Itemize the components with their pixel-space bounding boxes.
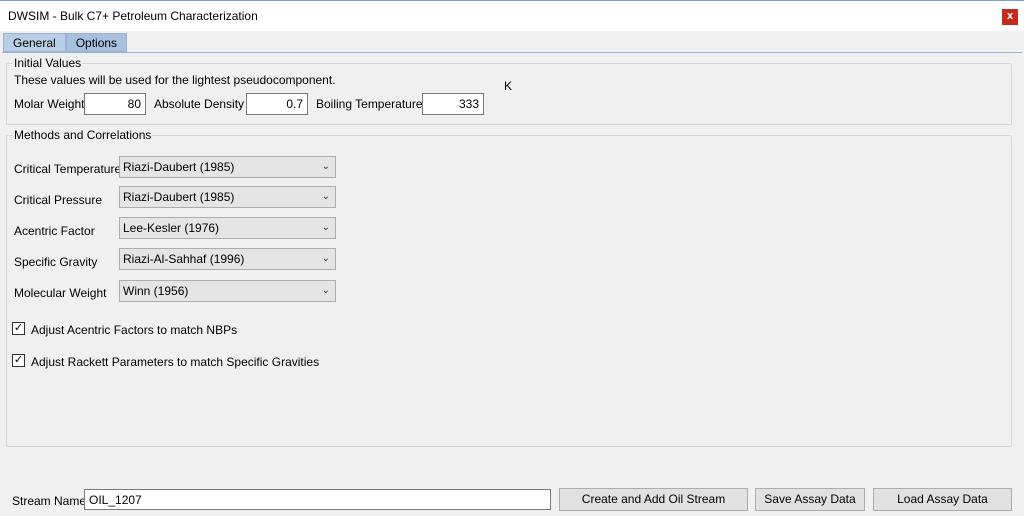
critical-pressure-label: Critical Pressure — [14, 193, 103, 207]
molar-weight-input[interactable] — [84, 93, 146, 115]
critical-temperature-label: Critical Temperature — [14, 162, 122, 176]
load-assay-button[interactable]: Load Assay Data — [873, 488, 1012, 511]
title-bar: DWSIM - Bulk C7+ Petroleum Characterizat… — [0, 0, 1024, 31]
create-oil-stream-button[interactable]: Create and Add Oil Stream — [559, 488, 748, 511]
acentric-factor-value: Lee-Kesler (1976) — [123, 221, 220, 235]
adjust-rackett-checkbox[interactable]: ✓ — [12, 354, 25, 367]
chevron-down-icon: ⌄ — [321, 285, 330, 296]
absolute-density-label: Absolute Density — [154, 97, 245, 111]
molecular-weight-value: Winn (1956) — [123, 284, 189, 298]
acentric-factor-label: Acentric Factor — [14, 224, 95, 238]
stream-name-input[interactable] — [84, 489, 551, 510]
critical-temperature-value: Riazi-Daubert (1985) — [123, 160, 235, 174]
critical-pressure-select[interactable]: Riazi-Daubert (1985) ⌄ — [119, 186, 336, 208]
boiling-temperature-label: Boiling Temperature — [316, 97, 423, 111]
specific-gravity-select[interactable]: Riazi-Al-Sahhaf (1996) ⌄ — [119, 248, 336, 270]
molar-weight-label: Molar Weight — [14, 97, 85, 111]
adjust-rackett-label: Adjust Rackett Parameters to match Speci… — [31, 355, 320, 369]
methods-title: Methods and Correlations — [13, 128, 153, 142]
critical-pressure-value: Riazi-Daubert (1985) — [123, 190, 235, 204]
initial-values-title: Initial Values — [13, 56, 83, 70]
molecular-weight-select[interactable]: Winn (1956) ⌄ — [119, 280, 336, 302]
adjust-acentric-checkbox[interactable]: ✓ — [12, 322, 25, 335]
boiling-temperature-input[interactable] — [422, 93, 484, 115]
chevron-down-icon: ⌄ — [321, 222, 330, 233]
tab-divider — [2, 52, 1022, 53]
adjust-acentric-label: Adjust Acentric Factors to match NBPs — [31, 323, 238, 337]
close-button[interactable]: x — [1002, 9, 1018, 25]
save-assay-button[interactable]: Save Assay Data — [755, 488, 865, 511]
tab-options[interactable]: Options — [65, 33, 128, 52]
molecular-weight-label: Molecular Weight — [14, 286, 107, 300]
acentric-factor-select[interactable]: Lee-Kesler (1976) ⌄ — [119, 217, 336, 239]
chevron-down-icon: ⌄ — [321, 191, 330, 202]
tab-general[interactable]: General — [3, 33, 66, 52]
tab-strip: General Options — [3, 33, 128, 52]
critical-temperature-select[interactable]: Riazi-Daubert (1985) ⌄ — [119, 156, 336, 178]
window-title: DWSIM - Bulk C7+ Petroleum Characterizat… — [8, 9, 258, 23]
absolute-density-input[interactable] — [246, 93, 308, 115]
boiling-temperature-unit: K — [504, 79, 513, 93]
chevron-down-icon: ⌄ — [321, 161, 330, 172]
initial-values-description: These values will be used for the lighte… — [14, 73, 336, 87]
specific-gravity-label: Specific Gravity — [14, 255, 98, 269]
stream-name-label: Stream Name — [12, 494, 87, 508]
chevron-down-icon: ⌄ — [321, 253, 330, 264]
specific-gravity-value: Riazi-Al-Sahhaf (1996) — [123, 252, 245, 266]
